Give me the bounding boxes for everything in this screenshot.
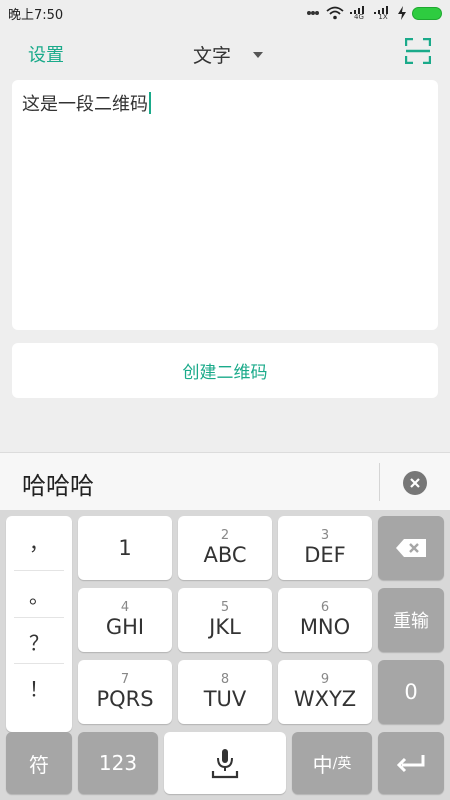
key-num: 7 <box>120 672 130 687</box>
key-4[interactable]: 4 GHI <box>78 588 172 652</box>
lang-sub-label: /英 <box>332 756 352 772</box>
key-num: 5 <box>220 600 230 615</box>
scan-icon <box>404 37 432 65</box>
key-num: 8 <box>220 672 230 687</box>
numeric-key[interactable]: 123 <box>78 732 158 794</box>
key-2[interactable]: 2 ABC <box>178 516 272 580</box>
status-time: 晚上7:50 <box>8 7 64 23</box>
candidate-word[interactable]: 哈哈哈 <box>22 466 94 501</box>
ime-candidate-bar: 哈哈哈 <box>0 452 450 510</box>
key-num: 2 <box>220 528 230 543</box>
language-switch-key[interactable]: 中/英 <box>292 732 372 794</box>
signal-4g-icon: 4G <box>350 5 368 21</box>
key-letters: DEF <box>304 543 346 567</box>
key-1[interactable]: 1 <box>78 516 172 580</box>
key-0[interactable]: 0 <box>378 660 444 724</box>
key-9[interactable]: 9 WXYZ <box>278 660 372 724</box>
text-cursor <box>149 92 151 114</box>
net-label-bottom: 1X <box>378 12 388 21</box>
punct-comma-key[interactable]: ， <box>6 518 72 565</box>
key-num: 9 <box>320 672 330 687</box>
alarm-icon <box>306 6 320 20</box>
signal-1x-icon: 1X <box>374 5 392 21</box>
candidate-divider <box>379 463 380 501</box>
close-icon <box>410 478 420 488</box>
punctuation-column: ， 。 ？ ！ <box>6 516 72 732</box>
key-num: 4 <box>120 600 130 615</box>
caret-down-icon <box>253 51 264 58</box>
clear-candidate-button[interactable] <box>403 471 427 495</box>
punct-question-key[interactable]: ？ <box>6 618 72 665</box>
app-header: 设置 文字 <box>0 26 450 80</box>
t9-keyboard: ， 。 ？ ！ 1 2 ABC 3 DEF 4 GHI 5 JKL 6 MNO … <box>0 510 450 800</box>
key-letters: PQRS <box>96 687 154 711</box>
settings-button[interactable]: 设置 <box>28 41 64 67</box>
key-letters: ABC <box>203 543 247 567</box>
mode-label: 文字 <box>193 45 232 67</box>
scan-qr-button[interactable] <box>404 37 432 68</box>
create-qr-button[interactable]: 创建二维码 <box>12 343 438 398</box>
status-icons: 4G 1X <box>306 5 442 21</box>
key-letters: 1 <box>118 536 132 560</box>
key-num: 6 <box>320 600 330 615</box>
enter-key[interactable] <box>378 732 444 794</box>
key-letters: MNO <box>299 615 351 639</box>
microphone-icon <box>211 749 239 779</box>
symbols-key[interactable]: 符 <box>6 732 72 794</box>
battery-icon <box>412 6 442 20</box>
key-6[interactable]: 6 MNO <box>278 588 372 652</box>
punct-exclaim-key[interactable]: ！ <box>6 664 72 711</box>
key-8[interactable]: 8 TUV <box>178 660 272 724</box>
key-letters: GHI <box>105 615 145 639</box>
key-3[interactable]: 3 DEF <box>278 516 372 580</box>
input-text: 这是一段二维码 <box>22 94 148 115</box>
key-letters: WXYZ <box>293 687 357 711</box>
backspace-icon <box>396 539 426 557</box>
status-bar: 晚上7:50 4G 1X <box>0 0 450 26</box>
qr-text-input[interactable]: 这是一段二维码 <box>12 80 438 330</box>
key-5[interactable]: 5 JKL <box>178 588 272 652</box>
space-voice-key[interactable] <box>164 732 286 794</box>
enter-icon <box>396 755 425 773</box>
mode-dropdown[interactable]: 文字 <box>193 41 264 68</box>
key-num: 3 <box>320 528 330 543</box>
wifi-icon <box>326 6 344 20</box>
key-7[interactable]: 7 PQRS <box>78 660 172 724</box>
punct-period-key[interactable]: 。 <box>6 571 72 618</box>
net-label-top: 4G <box>354 12 364 21</box>
retype-key[interactable]: 重输 <box>378 588 444 652</box>
key-letters: TUV <box>203 687 247 711</box>
charging-icon <box>398 6 406 20</box>
lang-main-label: 中 <box>312 752 333 777</box>
backspace-key[interactable] <box>378 516 444 580</box>
key-letters: JKL <box>209 615 241 639</box>
